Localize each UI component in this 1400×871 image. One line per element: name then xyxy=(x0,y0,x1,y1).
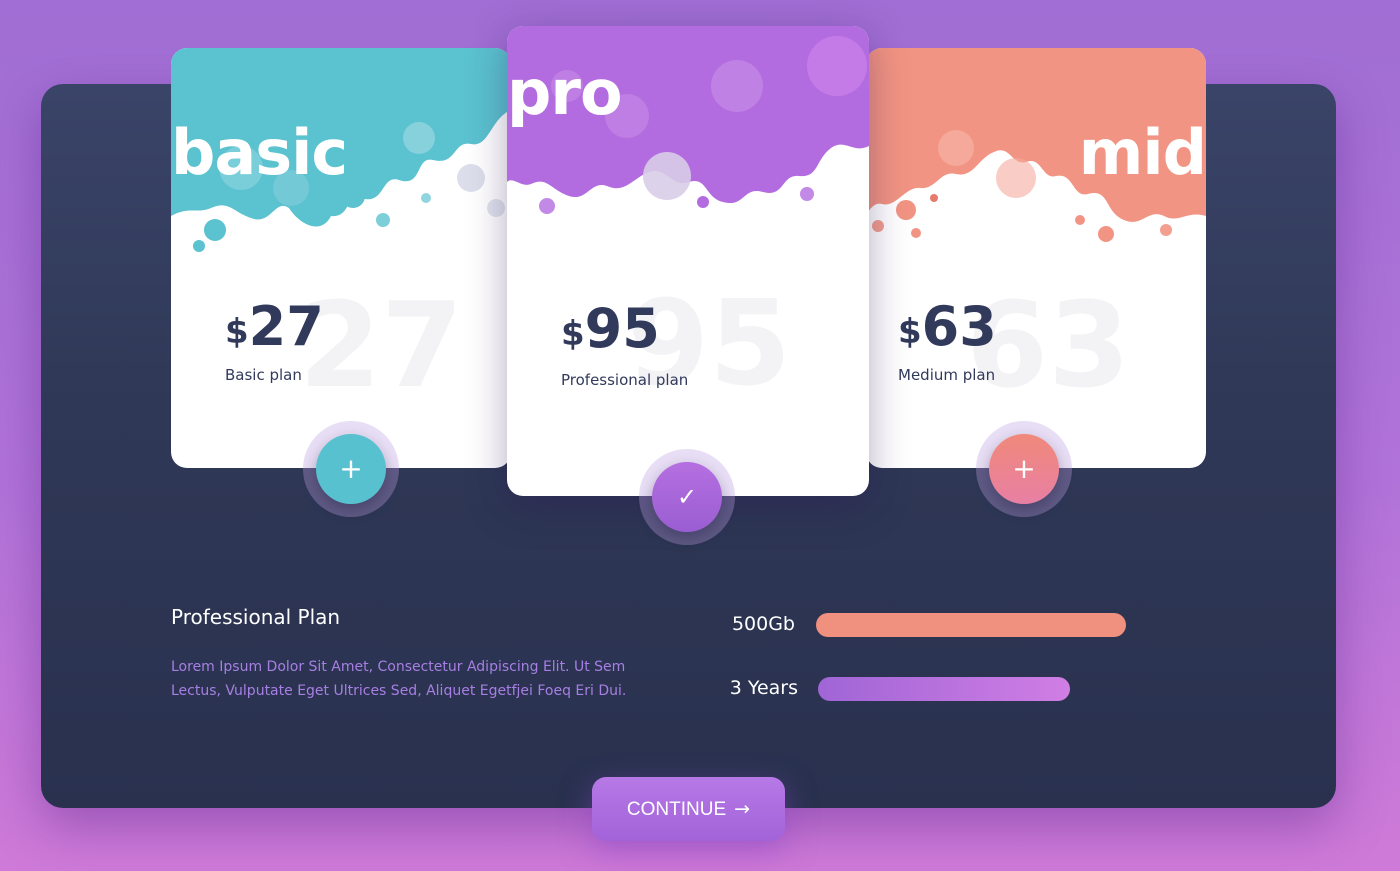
plan-name-basic: Basic plan xyxy=(225,366,302,384)
price-value: 95 xyxy=(584,297,660,360)
plan-word-basic: basic xyxy=(171,116,348,189)
currency-symbol: $ xyxy=(561,314,585,354)
plan-card-basic[interactable]: basic 27 $27 Basic plan xyxy=(171,48,511,468)
plan-card-mid[interactable]: mid 63 $63 Medium plan xyxy=(866,48,1206,468)
select-mid-button[interactable]: + xyxy=(989,434,1059,504)
select-pro-button[interactable]: ✓ xyxy=(652,462,722,532)
selected-plan-description: Lorem Ipsum Dolor Sit Amet, Consectetur … xyxy=(171,659,627,699)
price-mid: $63 xyxy=(898,300,997,354)
currency-symbol: $ xyxy=(898,312,922,352)
price-value: 27 xyxy=(248,295,324,358)
plan-word-pro: pro xyxy=(507,56,623,129)
plan-card-pro[interactable]: pro 95 $95 Professional plan xyxy=(507,26,869,496)
plus-icon: + xyxy=(1012,452,1036,485)
arrow-right-icon: → xyxy=(734,798,751,820)
select-basic-button[interactable]: + xyxy=(316,434,386,504)
plan-name-mid: Medium plan xyxy=(898,366,996,384)
selected-plan-title: Professional Plan xyxy=(171,605,341,629)
plus-icon: + xyxy=(339,452,363,485)
duration-bar xyxy=(818,677,1070,701)
price-value: 63 xyxy=(921,295,997,358)
currency-symbol: $ xyxy=(225,312,249,352)
storage-label: 500Gb xyxy=(731,613,795,635)
price-basic: $27 xyxy=(225,300,324,354)
plan-name-pro: Professional plan xyxy=(561,371,689,389)
price-pro: $95 xyxy=(561,302,660,356)
continue-label: CONTINUE xyxy=(626,799,727,820)
continue-button[interactable]: CONTINUE → xyxy=(592,777,785,841)
storage-bar xyxy=(816,613,1126,637)
duration-label: 3 Years xyxy=(729,677,798,699)
plan-word-mid: mid xyxy=(1078,116,1206,189)
check-icon: ✓ xyxy=(676,483,698,511)
